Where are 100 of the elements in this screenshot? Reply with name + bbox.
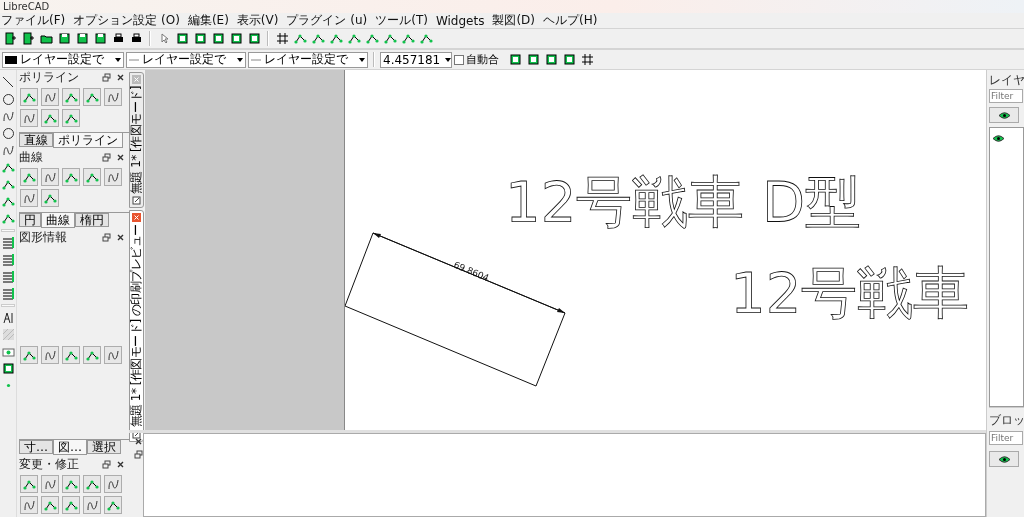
toolbar-button[interactable] [20, 30, 36, 47]
tool-button[interactable] [20, 109, 38, 127]
panel-tab[interactable]: ポリライン [53, 133, 123, 148]
menu-item[interactable]: 表示(V) [236, 12, 279, 29]
panel-tab[interactable]: 円 [19, 213, 41, 227]
menu-item[interactable]: ヘルプ(H) [543, 12, 598, 29]
toolbar-button[interactable] [74, 30, 90, 47]
panel-tab[interactable]: 選択 [87, 440, 121, 454]
float-icon[interactable] [134, 450, 143, 459]
curve-icon [22, 191, 36, 205]
toolbar-button[interactable] [228, 30, 244, 47]
float-icon[interactable] [102, 73, 111, 82]
panel-tab[interactable]: 寸… [19, 440, 53, 454]
panel-tab[interactable]: 直線 [19, 133, 53, 147]
menu-item[interactable]: 編集(E) [187, 12, 229, 29]
toolbar-button[interactable] [246, 30, 262, 47]
tool-button[interactable] [41, 189, 59, 207]
float-icon[interactable] [102, 153, 111, 162]
tool-button[interactable] [41, 346, 59, 364]
tool-button[interactable] [83, 475, 101, 493]
toolbar-button[interactable] [579, 51, 595, 68]
tool-button[interactable] [41, 168, 59, 186]
list-icon [1, 253, 15, 266]
node-line-icon [401, 32, 415, 45]
curve-icon [22, 111, 36, 125]
frame-icon [526, 53, 540, 66]
pen-combo[interactable]: レイヤー設定で [2, 51, 124, 68]
filter-field[interactable]: Filter [989, 431, 1023, 445]
close-icon[interactable] [116, 153, 125, 162]
tool-button[interactable] [20, 88, 38, 106]
menu-item[interactable]: ツール(T) [375, 12, 428, 29]
toolbar-button[interactable] [2, 30, 18, 47]
curve-icon [1, 110, 15, 123]
line-width-combo[interactable]: レイヤー設定で [248, 51, 368, 68]
filter-field[interactable]: Filter [989, 89, 1023, 103]
tool-button[interactable] [20, 189, 38, 207]
tool-button[interactable] [41, 475, 59, 493]
toolbar-button[interactable] [525, 51, 541, 68]
line-type-combo[interactable]: レイヤー設定で [126, 51, 246, 68]
close-icon[interactable] [116, 233, 125, 242]
panel-tab[interactable]: 楕円 [75, 213, 109, 227]
tool-button[interactable] [104, 88, 122, 106]
toolbar-button[interactable] [56, 30, 72, 47]
tool-button[interactable] [20, 346, 38, 364]
drawing-text: 12号戦車 [730, 260, 970, 325]
tool-button[interactable] [20, 168, 38, 186]
panel-tab[interactable]: 曲線 [41, 213, 75, 228]
menu-item[interactable]: 製図(D) [492, 12, 536, 29]
node-line-icon [311, 32, 325, 45]
toolbar-button[interactable] [507, 51, 523, 68]
tool-button[interactable] [83, 168, 101, 186]
curve-icon [106, 477, 120, 491]
tool-button[interactable] [62, 475, 80, 493]
tool-button[interactable] [20, 496, 38, 514]
tool-button[interactable] [62, 496, 80, 514]
float-icon[interactable] [102, 460, 111, 469]
tool-button[interactable] [62, 168, 80, 186]
tool-button[interactable] [62, 346, 80, 364]
toolbar-button[interactable] [92, 30, 108, 47]
tool-button[interactable] [20, 475, 38, 493]
toolbar-button[interactable] [174, 30, 190, 47]
tool-button[interactable] [41, 88, 59, 106]
scale-combo[interactable]: 4.457181 [380, 51, 452, 68]
menu-item[interactable]: Widgets [435, 13, 485, 28]
toolbar-button[interactable] [274, 30, 290, 47]
tool-button[interactable] [104, 168, 122, 186]
tool-button[interactable] [62, 88, 80, 106]
menu-item[interactable]: ファイル(F) [1, 12, 66, 29]
tool-button[interactable] [104, 346, 122, 364]
tool-button[interactable] [104, 496, 122, 514]
close-icon[interactable] [134, 437, 143, 446]
toolbar-button[interactable] [543, 51, 559, 68]
document-tab[interactable]: 無題 1* [作図モード] の印刷プレビュー [129, 210, 144, 442]
menu-item[interactable]: プラグイン (u) [286, 12, 368, 29]
toolbar-button[interactable] [210, 30, 226, 47]
tool-button[interactable] [83, 346, 101, 364]
grid-icon [275, 32, 289, 45]
menu-item[interactable]: オプション設定 (O) [73, 12, 180, 29]
panel-tab[interactable]: 図… [53, 440, 87, 455]
tool-button[interactable] [83, 496, 101, 514]
tool-button[interactable] [104, 475, 122, 493]
camera-icon [1, 345, 15, 358]
frame-icon [562, 53, 576, 66]
document-tab[interactable]: 無題 1* [作図モード] [129, 72, 144, 209]
tool-button[interactable] [41, 109, 59, 127]
close-icon[interactable] [116, 460, 125, 469]
tool-button[interactable] [41, 496, 59, 514]
close-icon[interactable] [116, 73, 125, 82]
toolbar-button[interactable] [192, 30, 208, 47]
toolbar-button[interactable] [561, 51, 577, 68]
visibility-button[interactable] [989, 107, 1019, 123]
auto-checkbox[interactable] [454, 54, 464, 65]
curve-icon [22, 498, 36, 512]
page-plus-icon [21, 32, 35, 45]
tool-button[interactable] [83, 88, 101, 106]
tool-button[interactable] [62, 109, 80, 127]
node-line-icon [1, 178, 15, 191]
visibility-button[interactable] [989, 451, 1019, 467]
float-icon[interactable] [102, 233, 111, 242]
curve-icon [85, 498, 99, 512]
